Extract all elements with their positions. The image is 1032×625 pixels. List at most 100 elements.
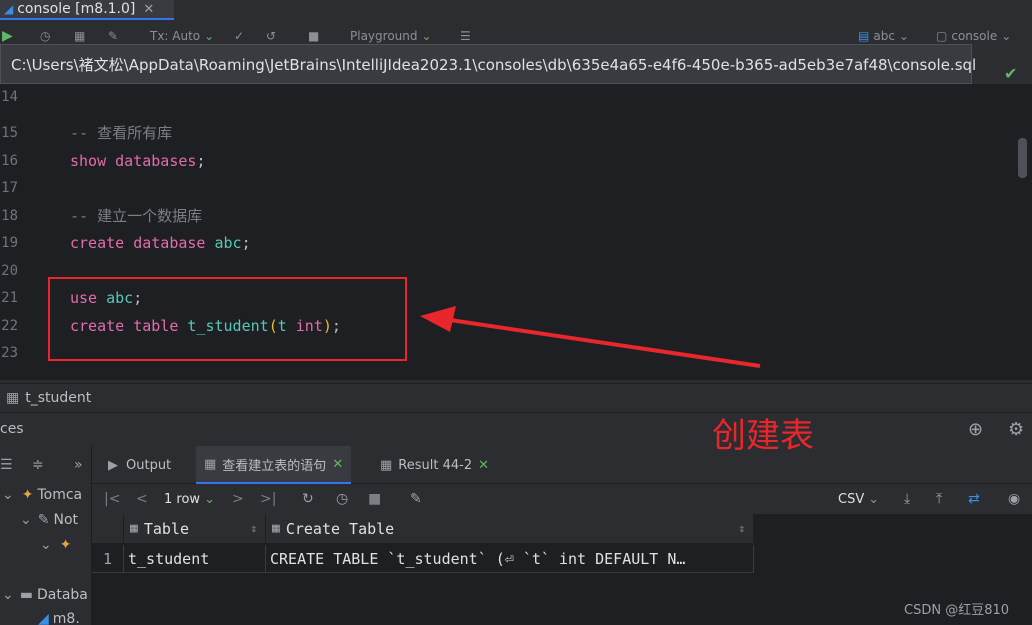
chevron-down-icon: ⌄ [421, 29, 432, 43]
annotation-text: 创建表 [712, 416, 814, 456]
first-page-icon[interactable]: |< [104, 489, 120, 509]
schema-label: abc [873, 29, 895, 43]
folder-icon: ▬ [19, 587, 33, 603]
tomcat-icon: ✦ [21, 487, 34, 503]
identifier: abc [214, 234, 242, 252]
comment: -- 建立一个数据库 [70, 207, 203, 225]
chevron-down-icon: ⌄ [20, 512, 32, 528]
history-icon[interactable]: ◷ [336, 489, 348, 509]
row-header-corner [92, 514, 124, 544]
download-icon[interactable]: ⤓ [904, 489, 910, 509]
table-icon: ▦ [380, 457, 393, 473]
last-page-icon[interactable]: >| [260, 489, 276, 509]
table-icon: ▦ [272, 521, 280, 536]
services-tree: ☰ ≑ » ⌄ ✦ Tomca ⌄ ✎ Not ⌄ ✦ ⌄ ▬ Databa ◢ m8. [0, 446, 92, 625]
rows-dropdown[interactable]: 1 row ⌄ [164, 489, 215, 509]
target-icon[interactable]: ⊕ [968, 419, 983, 440]
comment: -- 查看所有库 [70, 124, 173, 142]
close-icon[interactable]: ✕ [332, 457, 343, 472]
file-path-tooltip: C:\Users\褚文松\AppData\Roaming\JetBrains\I… [0, 44, 976, 84]
result-tabs: ▶ Output ▦ 查看建立表的语句 ✕ ▦ Result 44-2 ✕ [92, 446, 1032, 484]
editor-scrollbar[interactable] [1018, 138, 1027, 178]
table-icon: ▦ [130, 521, 138, 536]
tree-item-label: m8. [52, 611, 80, 625]
annotation-arrow [420, 306, 761, 368]
table-icon: ▦ [204, 456, 217, 472]
pin-icon[interactable]: ✎ [410, 489, 422, 509]
stop-icon[interactable]: ■ [368, 489, 381, 509]
tree-item-child[interactable]: ⌄ ✦ [40, 534, 71, 556]
editor-tab-strip: ◢ console [m8.1.0] ✕ [0, 0, 1032, 20]
keyword: show [70, 152, 107, 170]
sort-icon[interactable]: ⇕ [250, 522, 257, 535]
column-header-table[interactable]: ▦ Table ⇕ [124, 514, 266, 544]
eye-icon[interactable]: ◉ [1008, 489, 1020, 509]
compare-icon[interactable]: ⇄ [968, 489, 980, 509]
editor-tab-console[interactable]: ◢ console [m8.1.0] ✕ [0, 0, 174, 20]
chevron-down-icon: ⌄ [40, 537, 52, 553]
tree-item-not[interactable]: ⌄ ✎ Not [20, 509, 78, 531]
result-grid: ▦ Table ⇕ ▦ Create Table ⇕ 1 t_student CREAT… [92, 514, 1032, 625]
gear-icon[interactable]: ⚙ [1008, 419, 1024, 440]
line-number: 17 [1, 180, 18, 196]
close-icon[interactable]: ✕ [143, 2, 154, 17]
line-number: 21 [1, 290, 18, 306]
table-row-cell[interactable]: CREATE TABLE `t_student` (⏎ `t` int DEFA… [266, 545, 754, 573]
tree-item-database[interactable]: ⌄ ▬ Databa [2, 584, 88, 606]
semicolon: ; [196, 152, 206, 170]
keyword: databases [115, 152, 197, 170]
format-label: CSV [838, 491, 865, 507]
row-number: 1 [92, 545, 124, 573]
column-header-label: Table [143, 519, 189, 538]
tab-result[interactable]: ▦ Result 44-2 ✕ [372, 446, 497, 484]
column-header-create[interactable]: ▦ Create Table ⇕ [266, 514, 754, 544]
session-label: console [951, 29, 998, 43]
chevron-down-icon: ⌄ [2, 587, 14, 603]
line-number: 20 [1, 263, 18, 279]
keyword: create [70, 234, 125, 252]
chevron-down-icon: ⌄ [1001, 29, 1012, 43]
tab-output[interactable]: ▶ Output [100, 446, 179, 484]
services-label: ces [0, 421, 24, 437]
line-number: 15 [1, 125, 18, 141]
playground-label: Playground [350, 29, 418, 43]
tree-item-label: Databa [36, 587, 88, 603]
line-number: 18 [1, 208, 18, 224]
line-number: 14 [1, 89, 18, 105]
chevron-down-icon: ⌄ [204, 491, 215, 507]
refresh-icon[interactable]: ↻ [302, 489, 314, 509]
line-number: 19 [1, 235, 18, 251]
session-icon: ▢ [936, 29, 948, 43]
tree-item-m8[interactable]: ◢ m8. [38, 608, 80, 625]
result-toolbar: |< < 1 row ⌄ > >| ↻ ◷ ■ ✎ CSV ⌄ ⤓ ⤒ ⇄ ◉ [92, 484, 1032, 514]
chevron-down-icon: ⌄ [868, 491, 880, 507]
tree-item-label: Tomca [37, 487, 83, 503]
close-icon[interactable]: ✕ [478, 458, 489, 473]
tab-show-create[interactable]: ▦ 查看建立表的语句 ✕ [196, 446, 352, 484]
watermark: CSDN @红豆810 [904, 603, 1010, 618]
line-number: 22 [1, 318, 18, 334]
format-dropdown[interactable]: CSV ⌄ [838, 489, 879, 509]
table-row-cell[interactable]: t_student [124, 545, 266, 573]
schema-icon: ▤ [858, 29, 870, 43]
expand-all-icon[interactable]: ☰ [0, 454, 13, 476]
editor-tab-label: console [m8.1.0] [17, 1, 136, 17]
collapse-all-icon[interactable]: ≑ [32, 454, 44, 476]
result-title: t_student [25, 389, 92, 406]
output-icon: ▶ [108, 457, 118, 473]
prev-page-icon[interactable]: < [136, 489, 148, 509]
tree-item-tomcat[interactable]: ⌄ ✦ Tomca [2, 484, 82, 506]
wrench-icon: ✎ [37, 512, 50, 528]
sql-file-icon: ◢ [4, 2, 14, 16]
mysql-icon: ◢ [38, 611, 49, 625]
tx-mode-label: Tx: Auto [150, 29, 201, 43]
table-icon: ▦ [6, 389, 20, 406]
line-number: 23 [1, 345, 18, 361]
upload-icon[interactable]: ⤒ [936, 489, 942, 509]
sort-icon[interactable]: ⇕ [738, 522, 745, 535]
next-page-icon[interactable]: > [232, 489, 244, 509]
more-icon[interactable]: » [74, 454, 83, 476]
rows-label: 1 row [164, 491, 201, 507]
tab-label: Output [126, 457, 172, 473]
chevron-down-icon: ⌄ [204, 29, 215, 43]
